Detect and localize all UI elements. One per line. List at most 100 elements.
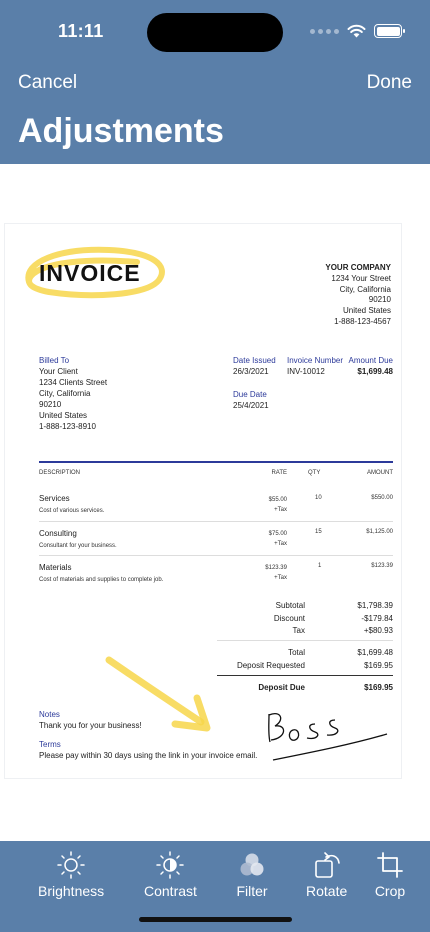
terms-block: Terms Please pay within 30 days using th… xyxy=(39,740,257,761)
invoice-number-block: Invoice Number INV-10012 xyxy=(287,355,343,377)
rotate-button[interactable]: Rotate xyxy=(306,851,347,899)
item-desc: Cost of materials and supplies to comple… xyxy=(39,577,164,583)
client-country: United States xyxy=(39,411,88,420)
invoice-title: INVOICE xyxy=(39,260,141,286)
item-tax: +Tax xyxy=(274,541,287,547)
col-qty: QTY xyxy=(308,470,321,476)
company-city: City, California xyxy=(339,284,391,294)
company-street: 1234 Your Street xyxy=(331,273,391,283)
discount-value: -$179.84 xyxy=(361,613,393,623)
crop-button[interactable]: Crop xyxy=(374,851,406,899)
item-name: Materials xyxy=(39,563,72,572)
item-rate-cell: $123.39 +Tax xyxy=(235,563,287,583)
item-name: Services xyxy=(39,494,70,503)
client-name: Your Client xyxy=(39,367,78,376)
deposit-due-label: Deposit Due xyxy=(258,683,305,692)
billed-to-label: Billed To xyxy=(39,356,70,365)
tax-label: Tax xyxy=(292,626,305,635)
tax-value: +$80.93 xyxy=(363,626,393,635)
deposit-value: $169.95 xyxy=(364,660,393,670)
invoice-number-value: INV-10012 xyxy=(287,367,325,376)
page-title: Adjustments xyxy=(18,112,224,150)
item-qty: 15 xyxy=(315,529,322,535)
company-country: United States xyxy=(342,306,391,316)
contrast-label: Contrast xyxy=(144,883,197,899)
status-icons xyxy=(310,24,405,38)
company-zip: 90210 xyxy=(368,295,391,305)
deposit-label: Deposit Requested xyxy=(236,660,305,670)
row-divider xyxy=(39,521,393,522)
due-date-label: Due Date xyxy=(233,390,267,399)
terms-text: Please pay within 30 days using the link… xyxy=(39,750,258,760)
deposit-due-value: $169.95 xyxy=(364,683,393,692)
scanned-document: INVOICE YOUR COMPANY 1234 Your Street Ci… xyxy=(4,223,402,779)
item-desc: Cost of various services. xyxy=(39,508,105,514)
item-tax: +Tax xyxy=(274,507,287,513)
brightness-label: Brightness xyxy=(38,883,105,899)
table-row: Materials Cost of materials and supplies… xyxy=(39,563,163,583)
amount-due-block: Amount Due $1,699.48 xyxy=(349,355,393,377)
discount-label: Discount xyxy=(273,613,305,623)
dynamic-island xyxy=(147,13,283,52)
client-phone: 1-888-123-8910 xyxy=(39,422,96,431)
invoice-number-label: Invoice Number xyxy=(287,356,344,365)
table-row: Consulting Consultant for your business. xyxy=(39,529,117,549)
item-amount: $1,125.00 xyxy=(366,529,393,535)
item-rate: $123.39 xyxy=(265,565,287,571)
done-button[interactable]: Done xyxy=(367,72,412,94)
rotate-label: Rotate xyxy=(306,883,348,899)
subtotal-label: Subtotal xyxy=(275,601,305,610)
company-phone: 1-888-123-4567 xyxy=(334,316,391,326)
date-issued-label: Date Issued xyxy=(233,356,276,365)
total-label: Total xyxy=(288,648,305,657)
brightness-button[interactable]: Brightness xyxy=(38,851,104,899)
subtotal-value: $1,798.39 xyxy=(357,601,393,610)
wifi-icon xyxy=(347,24,366,38)
billed-to-block: Billed To Your Client 1234 Clients Stree… xyxy=(39,355,107,432)
crop-icon xyxy=(377,852,403,878)
filter-button[interactable]: Filter xyxy=(236,851,268,899)
contrast-icon xyxy=(156,851,185,879)
client-city: City, California xyxy=(39,389,91,398)
col-description: DESCRIPTION xyxy=(39,470,81,476)
deposit-divider xyxy=(217,675,393,676)
date-issued-value: 26/3/2021 xyxy=(233,367,269,376)
crop-label: Crop xyxy=(374,883,406,899)
total-value: $1,699.48 xyxy=(357,648,393,657)
item-desc: Consultant for your business. xyxy=(39,543,117,549)
cancel-button[interactable]: Cancel xyxy=(18,72,77,94)
due-date-value: 25/4/2021 xyxy=(233,401,269,410)
company-block: YOUR COMPANY 1234 Your Street City, Cali… xyxy=(325,263,391,328)
item-qty: 10 xyxy=(315,495,322,501)
item-qty: 1 xyxy=(318,563,322,569)
filter-icon xyxy=(240,853,264,876)
terms-label: Terms xyxy=(39,740,61,749)
client-street: 1234 Clients Street xyxy=(39,378,108,387)
due-date-block: Due Date 25/4/2021 xyxy=(233,389,269,411)
date-issued-block: Date Issued 26/3/2021 xyxy=(233,355,276,377)
battery-icon xyxy=(374,24,405,38)
col-amount: AMOUNT xyxy=(367,470,393,476)
signature-image xyxy=(268,713,388,761)
item-rate-cell: $55.00 +Tax xyxy=(235,495,287,515)
totals-values: $1,798.39 -$179.84 +$80.93 xyxy=(313,600,393,638)
total-values: $1,699.48 $169.95 xyxy=(313,647,393,672)
status-time: 11:11 xyxy=(58,21,104,41)
home-indicator[interactable] xyxy=(139,917,292,922)
col-rate: RATE xyxy=(271,470,287,476)
top-bar: 11:11 Cancel Done Adjustments xyxy=(0,0,430,164)
rotate-icon xyxy=(314,852,340,878)
item-rate: $55.00 xyxy=(268,497,287,503)
amount-due-label: Amount Due xyxy=(348,356,393,365)
contrast-button[interactable]: Contrast xyxy=(144,851,197,899)
table-top-rule xyxy=(39,461,393,463)
total-labels: Total Deposit Requested xyxy=(215,647,305,672)
cellular-signal-icon xyxy=(310,28,339,34)
item-rate-cell: $75.00 +Tax xyxy=(235,529,287,549)
brightness-icon xyxy=(57,851,85,879)
amount-due-value: $1,699.48 xyxy=(357,367,393,376)
client-zip: 90210 xyxy=(39,400,62,409)
totals-labels: Subtotal Discount Tax xyxy=(215,600,305,638)
filter-label: Filter xyxy=(236,883,268,899)
item-rate: $75.00 xyxy=(268,531,287,537)
